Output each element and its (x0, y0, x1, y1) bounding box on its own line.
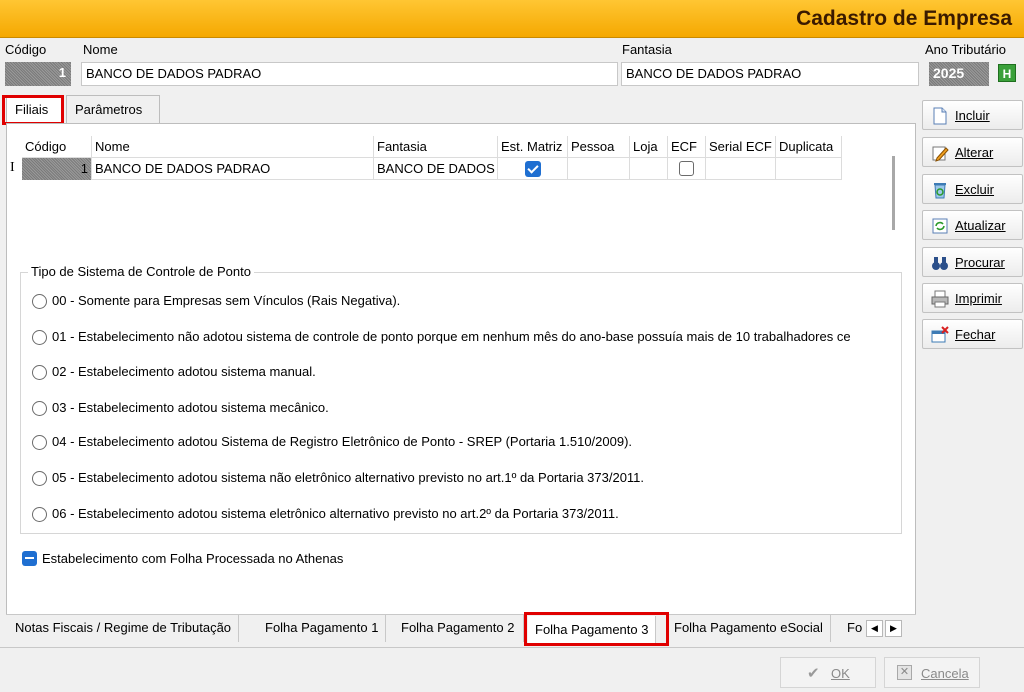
est-matriz-checkbox[interactable] (524, 161, 541, 177)
excluir-button[interactable]: Excluir (922, 174, 1023, 204)
printer-icon (931, 290, 949, 308)
cancela-button[interactable]: ✕ Cancela (884, 657, 980, 688)
col-ecf[interactable]: ECF (668, 136, 706, 158)
cell-ecf[interactable] (668, 158, 706, 180)
binoculars-icon (932, 257, 948, 270)
highlight-folha-pagamento-3 (524, 612, 669, 646)
radio-circle[interactable] (32, 294, 47, 309)
cell-fantasia[interactable]: BANCO DE DADOS (374, 158, 498, 180)
ok-button[interactable]: ✔ OK (780, 657, 876, 688)
tab-notas-fiscais[interactable]: Notas Fiscais / Regime de Tributação (8, 614, 240, 642)
cell-duplicata[interactable] (776, 158, 842, 180)
grid-scrollbar[interactable] (892, 156, 895, 230)
folha-athenas-label: Estabelecimento com Folha Processada no … (42, 551, 344, 566)
radio-label: 06 - Estabelecimento adotou sistema elet… (52, 506, 619, 521)
pencil-icon (932, 146, 949, 162)
col-nome[interactable]: Nome (92, 136, 374, 158)
atualizar-button[interactable]: Atualizar (922, 210, 1023, 240)
close-window-icon (931, 326, 949, 343)
fechar-button[interactable]: Fechar (922, 319, 1023, 349)
radio-circle[interactable] (32, 507, 47, 522)
radio-circle[interactable] (32, 435, 47, 450)
grid-header: Código Nome Fantasia Est. Matriz Pessoa … (22, 136, 842, 158)
document-new-icon (933, 107, 947, 125)
col-est-matriz[interactable]: Est. Matriz (498, 136, 568, 158)
fantasia-label: Fantasia (622, 42, 672, 57)
row-indicator: I (10, 160, 15, 175)
ecf-checkbox[interactable] (679, 161, 694, 176)
codigo-field[interactable]: 1 (5, 62, 71, 86)
recycle-bin-icon (934, 183, 946, 199)
col-fantasia[interactable]: Fantasia (374, 136, 498, 158)
tab-scroll-left-icon[interactable]: ◀ (866, 620, 883, 637)
excluir-label: Excluir (955, 182, 995, 197)
table-row[interactable]: 1 BANCO DE DADOS PADRAO BANCO DE DADOS (22, 158, 842, 180)
title-bar: Cadastro de Empresa (0, 0, 1024, 38)
radio-circle[interactable] (32, 401, 47, 416)
fantasia-field[interactable]: BANCO DE DADOS PADRAO (621, 62, 919, 86)
tab-folha-pagamento-2[interactable]: Folha Pagamento 2 (394, 614, 524, 642)
cell-nome[interactable]: BANCO DE DADOS PADRAO (92, 158, 374, 180)
col-duplicata[interactable]: Duplicata (776, 136, 842, 158)
ano-help-button[interactable]: H (998, 64, 1016, 82)
highlight-filiais (2, 95, 64, 125)
nome-field[interactable]: BANCO DE DADOS PADRAO (81, 62, 618, 86)
radio-label: 03 - Estabelecimento adotou sistema mecâ… (52, 400, 329, 415)
cell-serial-ecf[interactable] (706, 158, 776, 180)
cell-est-matriz[interactable] (498, 158, 568, 180)
procurar-label: Procurar (955, 255, 1005, 270)
incluir-button[interactable]: Incluir (922, 100, 1023, 130)
check-icon: ✔ (807, 665, 820, 682)
tab-folha-pagamento-esocial[interactable]: Folha Pagamento eSocial (667, 614, 831, 642)
radio-circle[interactable] (32, 471, 47, 486)
tab-fo[interactable]: Fo (840, 614, 866, 642)
ponto-group-label: Tipo de Sistema de Controle de Ponto (28, 264, 254, 279)
cancela-label: Cancela (921, 666, 969, 681)
col-loja[interactable]: Loja (630, 136, 668, 158)
imprimir-button[interactable]: Imprimir (922, 283, 1023, 313)
tab-scroll-right-icon[interactable]: ▶ (885, 620, 902, 637)
radio-label: 02 - Estabelecimento adotou sistema manu… (52, 364, 316, 379)
radio-label: 05 - Estabelecimento adotou sistema não … (52, 470, 645, 485)
col-pessoa[interactable]: Pessoa (568, 136, 630, 158)
window-title: Cadastro de Empresa (796, 7, 1012, 30)
tab-folha-pagamento-1[interactable]: Folha Pagamento 1 (258, 614, 387, 642)
imprimir-label: Imprimir (955, 291, 1002, 306)
cancel-icon: ✕ (897, 665, 912, 680)
fechar-label: Fechar (955, 327, 996, 342)
folha-athenas-checkbox[interactable] (22, 551, 37, 566)
incluir-label: Incluir (955, 108, 990, 123)
radio-circle[interactable] (32, 330, 47, 345)
nome-label: Nome (83, 42, 118, 57)
atualizar-label: Atualizar (955, 218, 1006, 233)
procurar-button[interactable]: Procurar (922, 247, 1023, 277)
radio-label: 04 - Estabelecimento adotou Sistema de R… (52, 434, 633, 449)
ok-label: OK (831, 666, 850, 681)
radio-circle[interactable] (32, 365, 47, 380)
ano-tributario-label: Ano Tributário (925, 42, 1006, 57)
ano-tributario-field[interactable]: 2025 (929, 62, 989, 86)
cell-loja[interactable] (630, 158, 668, 180)
alterar-button[interactable]: Alterar (922, 137, 1023, 167)
codigo-label: Código (5, 42, 47, 57)
alterar-label: Alterar (955, 145, 994, 160)
col-codigo[interactable]: Código (22, 136, 92, 158)
col-serial-ecf[interactable]: Serial ECF (706, 136, 776, 158)
radio-label: 00 - Somente para Empresas sem Vínculos … (52, 293, 401, 308)
footer-divider (0, 647, 1024, 648)
cell-codigo[interactable]: 1 (22, 158, 92, 180)
refresh-icon (932, 218, 948, 234)
radio-label: 01 - Estabelecimento não adotou sistema … (52, 329, 851, 344)
tab-parametros[interactable]: Parâmetros (66, 95, 160, 123)
cell-pessoa[interactable] (568, 158, 630, 180)
